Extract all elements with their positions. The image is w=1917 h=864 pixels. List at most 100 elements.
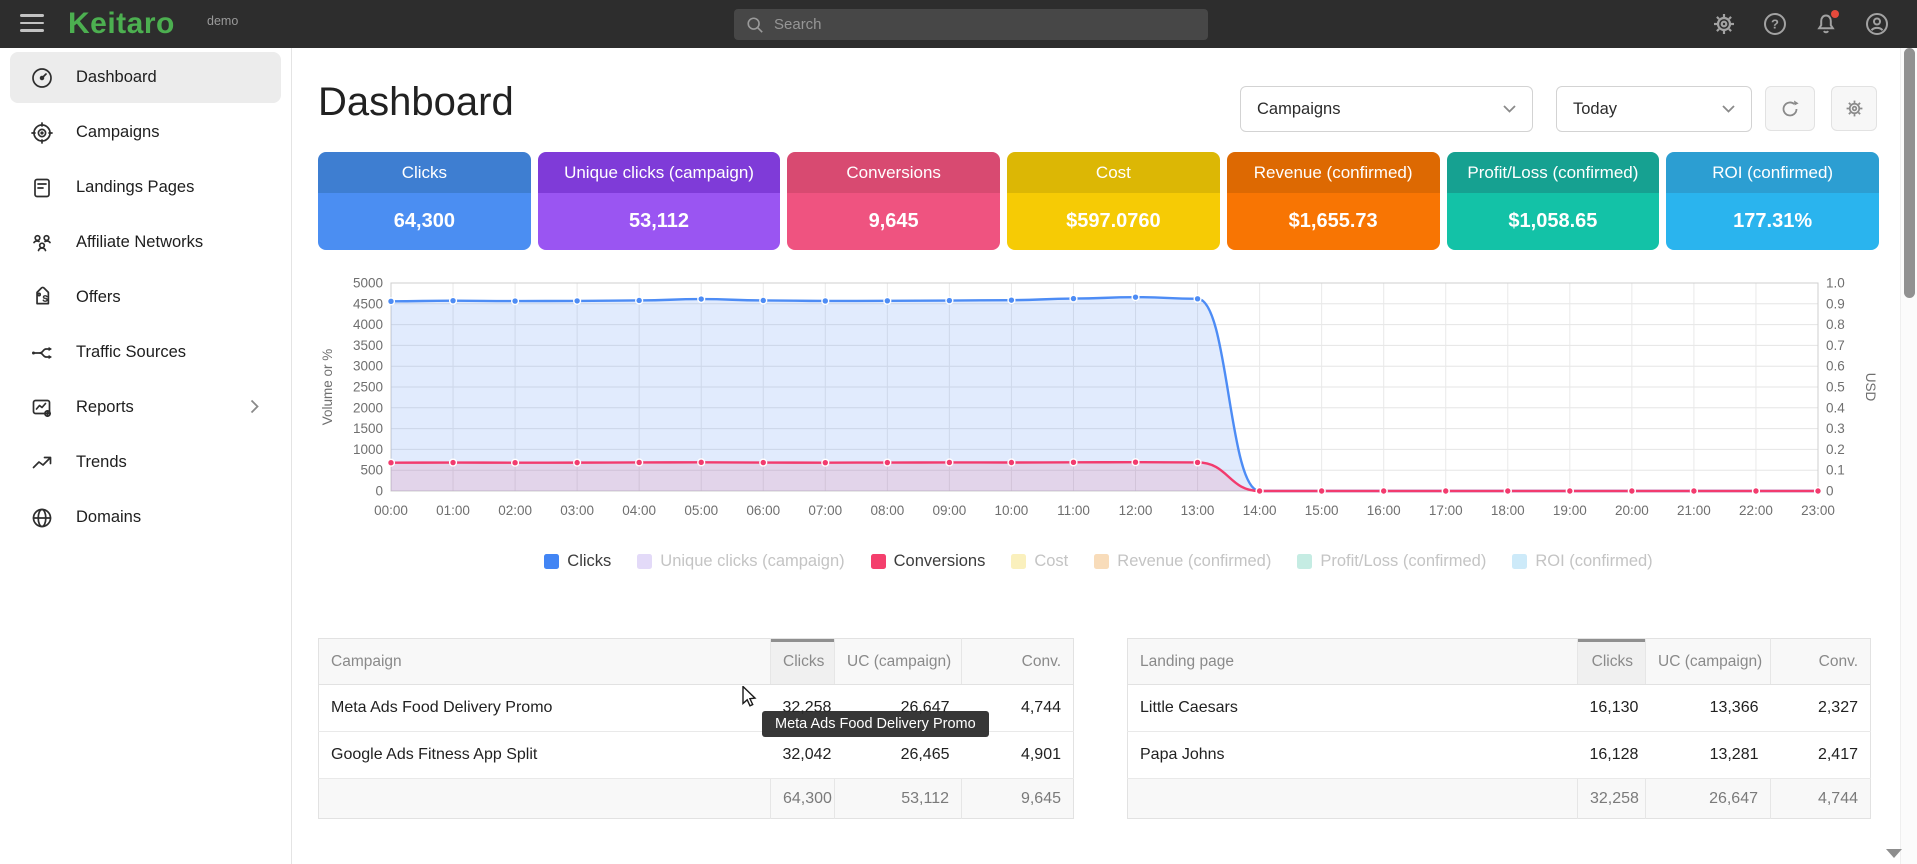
stat-card-value: 177.31% bbox=[1666, 193, 1879, 250]
svg-text:0.5: 0.5 bbox=[1826, 380, 1845, 395]
notifications-icon[interactable] bbox=[1814, 12, 1838, 36]
help-icon[interactable]: ? bbox=[1763, 12, 1787, 36]
reports-icon bbox=[30, 396, 54, 420]
table-cell: 13,281 bbox=[1646, 732, 1771, 779]
domains-icon bbox=[30, 506, 54, 530]
legend-item-conversions[interactable]: Conversions bbox=[871, 552, 986, 571]
column-header-clicks[interactable]: Clicks bbox=[771, 639, 835, 685]
account-icon[interactable] bbox=[1865, 12, 1889, 36]
chevron-down-icon bbox=[1503, 105, 1516, 113]
legend-label: Clicks bbox=[567, 552, 611, 571]
column-header-uc-campaign[interactable]: UC (campaign) bbox=[835, 639, 962, 685]
column-header-campaign[interactable]: Campaign bbox=[319, 639, 771, 685]
sidebar-item-dashboard[interactable]: Dashboard bbox=[10, 52, 281, 103]
landings-icon bbox=[30, 176, 54, 200]
column-header-conv[interactable]: Conv. bbox=[1771, 639, 1871, 685]
sidebar-item-campaigns[interactable]: Campaigns bbox=[10, 107, 281, 158]
table-row[interactable]: Papa Johns16,12813,2812,417 bbox=[1128, 732, 1871, 779]
traffic-icon bbox=[30, 341, 54, 365]
stat-card-label: ROI (confirmed) bbox=[1666, 152, 1879, 193]
svg-text:0.8: 0.8 bbox=[1826, 317, 1845, 332]
legend-item-cost[interactable]: Cost bbox=[1011, 552, 1068, 571]
legend-item-roi-confirmed[interactable]: ROI (confirmed) bbox=[1512, 552, 1652, 571]
svg-text:22:00: 22:00 bbox=[1739, 503, 1773, 518]
legend-label: Profit/Loss (confirmed) bbox=[1320, 552, 1486, 571]
keitaro-dashboard-screen: Keitaro demo ? Dashb bbox=[0, 0, 1917, 864]
legend-item-unique-clicks-campaign[interactable]: Unique clicks (campaign) bbox=[637, 552, 844, 571]
menu-toggle-icon[interactable] bbox=[20, 14, 44, 34]
stat-card-value: 9,645 bbox=[787, 193, 1000, 250]
stat-card-conversions: Conversions9,645 bbox=[787, 152, 1000, 250]
sidebar-item-label: Dashboard bbox=[76, 68, 157, 87]
grouping-select[interactable]: Campaigns bbox=[1240, 86, 1533, 132]
sidebar-item-label: Affiliate Networks bbox=[76, 233, 203, 252]
svg-text:3500: 3500 bbox=[353, 338, 383, 353]
legend-swatch bbox=[1011, 554, 1026, 569]
stat-card-label: Clicks bbox=[318, 152, 531, 193]
table-cell: 4,901 bbox=[962, 732, 1074, 779]
svg-text:10:00: 10:00 bbox=[995, 503, 1029, 518]
totals-cell: 9,645 bbox=[962, 779, 1074, 819]
sidebar-item-trends[interactable]: Trends bbox=[10, 437, 281, 488]
legend-label: Cost bbox=[1034, 552, 1068, 571]
legend-label: Conversions bbox=[894, 552, 986, 571]
settings-icon[interactable] bbox=[1712, 12, 1736, 36]
grouping-select-value: Campaigns bbox=[1257, 100, 1340, 119]
table-row[interactable]: Little Caesars16,13013,3662,327 bbox=[1128, 685, 1871, 732]
table-row[interactable]: Google Ads Fitness App Split32,04226,465… bbox=[319, 732, 1074, 779]
sidebar-item-affiliate[interactable]: Affiliate Networks bbox=[10, 217, 281, 268]
svg-text:S: S bbox=[43, 294, 48, 303]
totals-cell bbox=[319, 779, 771, 819]
sidebar-item-landings[interactable]: Landings Pages bbox=[10, 162, 281, 213]
stat-card-label: Conversions bbox=[787, 152, 1000, 193]
search-input[interactable] bbox=[774, 16, 1196, 33]
legend-item-clicks[interactable]: Clicks bbox=[544, 552, 611, 571]
svg-text:500: 500 bbox=[360, 463, 383, 478]
svg-text:?: ? bbox=[1771, 17, 1779, 32]
svg-text:12:00: 12:00 bbox=[1119, 503, 1153, 518]
svg-text:0: 0 bbox=[375, 484, 383, 499]
stat-card-cost: Cost$597.0760 bbox=[1007, 152, 1220, 250]
svg-text:04:00: 04:00 bbox=[622, 503, 656, 518]
column-header-uc-campaign[interactable]: UC (campaign) bbox=[1646, 639, 1771, 685]
page-scrollbar[interactable] bbox=[1900, 48, 1917, 864]
offers-icon: S bbox=[30, 286, 54, 310]
stat-card-label: Unique clicks (campaign) bbox=[538, 152, 781, 193]
date-range-select[interactable]: Today bbox=[1556, 86, 1752, 132]
table-cell: 2,327 bbox=[1771, 685, 1871, 732]
svg-text:USD: USD bbox=[1863, 373, 1878, 402]
svg-text:Volume or %: Volume or % bbox=[320, 349, 335, 426]
legend-label: Revenue (confirmed) bbox=[1117, 552, 1271, 571]
sidebar-item-traffic[interactable]: Traffic Sources bbox=[10, 327, 281, 378]
column-header-conv[interactable]: Conv. bbox=[962, 639, 1074, 685]
stat-cards-row: Clicks64,300Unique clicks (campaign)53,1… bbox=[318, 152, 1879, 250]
legend-item-revenue-confirmed[interactable]: Revenue (confirmed) bbox=[1094, 552, 1271, 571]
table-cell: Little Caesars bbox=[1128, 685, 1578, 732]
svg-text:06:00: 06:00 bbox=[746, 503, 780, 518]
column-header-landing-page[interactable]: Landing page bbox=[1128, 639, 1578, 685]
row-tooltip: Meta Ads Food Delivery Promo bbox=[762, 711, 989, 737]
sidebar-item-reports[interactable]: Reports bbox=[10, 382, 281, 433]
sidebar-item-domains[interactable]: Domains bbox=[10, 492, 281, 543]
svg-text:3000: 3000 bbox=[353, 359, 383, 374]
global-search[interactable] bbox=[734, 9, 1208, 40]
dashboard-settings-button[interactable] bbox=[1831, 86, 1877, 131]
stat-card-label: Revenue (confirmed) bbox=[1227, 152, 1440, 193]
stat-card-revenue-confirmed: Revenue (confirmed)$1,655.73 bbox=[1227, 152, 1440, 250]
scrollbar-thumb[interactable] bbox=[1904, 48, 1915, 298]
stat-card-label: Cost bbox=[1007, 152, 1220, 193]
sidebar-item-offers[interactable]: SOffers bbox=[10, 272, 281, 323]
logo-demo-badge: demo bbox=[207, 14, 238, 28]
svg-text:2500: 2500 bbox=[353, 380, 383, 395]
svg-text:0.7: 0.7 bbox=[1826, 338, 1845, 353]
column-header-clicks[interactable]: Clicks bbox=[1578, 639, 1646, 685]
scroll-down-arrow[interactable] bbox=[1886, 849, 1902, 858]
svg-text:08:00: 08:00 bbox=[870, 503, 904, 518]
legend-item-profit-loss-confirmed[interactable]: Profit/Loss (confirmed) bbox=[1297, 552, 1486, 571]
totals-row: 64,30053,1129,645 bbox=[319, 779, 1074, 819]
table-cell: 13,366 bbox=[1646, 685, 1771, 732]
svg-text:0.6: 0.6 bbox=[1826, 359, 1845, 374]
refresh-button[interactable] bbox=[1765, 86, 1815, 131]
app-logo[interactable]: Keitaro bbox=[68, 7, 175, 41]
table-cell: 2,417 bbox=[1771, 732, 1871, 779]
